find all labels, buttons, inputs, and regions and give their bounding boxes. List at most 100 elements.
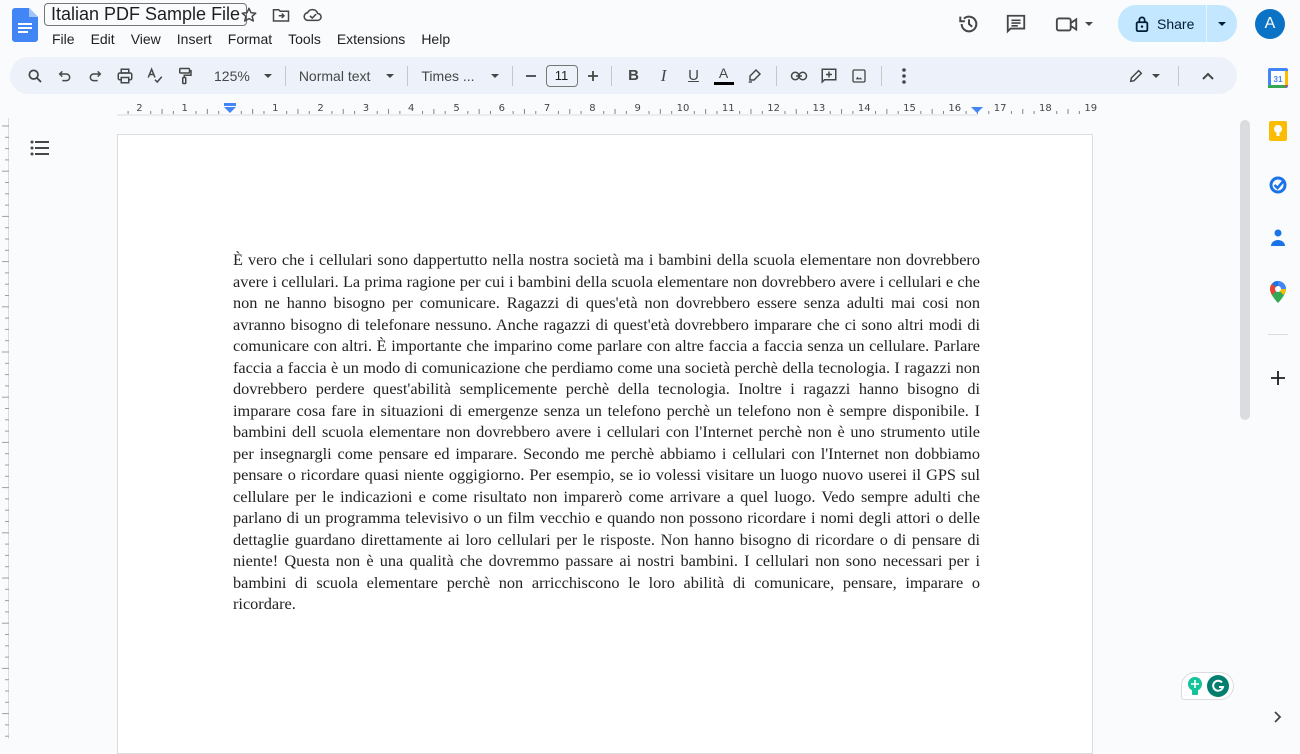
- move-folder-icon[interactable]: [271, 5, 291, 25]
- docs-logo-icon[interactable]: [12, 8, 38, 42]
- document-page[interactable]: È vero che i cellulari sono dappertutto …: [117, 134, 1093, 754]
- divider: [1268, 334, 1288, 335]
- bold-icon[interactable]: B: [619, 62, 649, 90]
- ruler-label: 1: [272, 103, 278, 114]
- tasks-icon[interactable]: [1266, 173, 1290, 197]
- menu-edit[interactable]: Edit: [83, 30, 123, 48]
- ruler-label: 9: [635, 103, 641, 114]
- comments-icon[interactable]: [1004, 12, 1028, 36]
- paragraph-style-value: Normal text: [298, 67, 371, 84]
- decrease-font-size-button[interactable]: [520, 62, 542, 90]
- ruler-label: 2: [317, 103, 323, 114]
- account-avatar[interactable]: A: [1255, 9, 1285, 39]
- left-indent-marker[interactable]: [224, 107, 236, 113]
- image-icon[interactable]: [844, 62, 874, 90]
- font-select[interactable]: Times ...: [415, 62, 504, 90]
- top-bar: Italian PDF Sample File File Edit View I…: [0, 0, 1300, 56]
- spellcheck-icon[interactable]: [140, 62, 170, 90]
- ruler-label: 6: [499, 103, 505, 114]
- ruler-label: 15: [903, 103, 916, 114]
- grammarly-icon[interactable]: [1207, 675, 1229, 697]
- zoom-select[interactable]: 125%: [208, 62, 278, 90]
- menu-bar: File Edit View Insert Format Tools Exten…: [44, 30, 458, 48]
- document-title-input[interactable]: Italian PDF Sample File: [44, 3, 248, 26]
- vertical-ruler-scale: [2, 125, 9, 737]
- ruler-label: 13: [813, 103, 826, 114]
- divider: [880, 65, 882, 86]
- add-addon-icon[interactable]: [1266, 366, 1290, 390]
- menu-tools[interactable]: Tools: [280, 30, 329, 48]
- menu-insert[interactable]: Insert: [169, 30, 220, 48]
- grammarly-widget[interactable]: [1181, 672, 1234, 700]
- search-icon[interactable]: [20, 62, 50, 90]
- share-label: Share: [1157, 15, 1195, 32]
- meet-button[interactable]: [1054, 12, 1094, 36]
- divider: [284, 65, 286, 86]
- vertical-scrollbar[interactable]: [1240, 120, 1250, 420]
- formatting-toolbar: 125% Normal text Times ... 11 B I U A: [10, 57, 1237, 94]
- ruler-label: 1: [182, 103, 188, 114]
- print-icon[interactable]: [110, 62, 140, 90]
- undo-icon[interactable]: [50, 62, 80, 90]
- ruler-label: 18: [1039, 103, 1052, 114]
- ruler-label: 2: [136, 103, 142, 114]
- menu-help[interactable]: Help: [413, 30, 458, 48]
- ruler-label: 12: [767, 103, 780, 114]
- menu-view[interactable]: View: [123, 30, 169, 48]
- text-color-icon[interactable]: A: [709, 62, 739, 90]
- ruler-label: 4: [408, 103, 414, 114]
- link-icon[interactable]: [784, 62, 814, 90]
- more-icon[interactable]: [889, 62, 919, 90]
- ruler-label: 5: [453, 103, 459, 114]
- divider: [775, 65, 777, 86]
- paragraph-style-select[interactable]: Normal text: [293, 62, 401, 90]
- ruler-label: 7: [544, 103, 550, 114]
- font-size-value[interactable]: 11: [545, 64, 578, 87]
- italic-icon[interactable]: I: [649, 62, 679, 90]
- share-options-button[interactable]: [1207, 5, 1237, 42]
- ruler-label: 11: [722, 103, 735, 114]
- maps-icon[interactable]: [1266, 280, 1290, 304]
- show-side-panel-icon[interactable]: [1270, 707, 1286, 727]
- version-history-icon[interactable]: [957, 12, 981, 36]
- first-line-indent-marker[interactable]: [224, 103, 236, 106]
- zoom-value: 125%: [214, 67, 250, 84]
- menu-extensions[interactable]: Extensions: [329, 30, 413, 48]
- document-body-text[interactable]: È vero che i cellulari sono dappertutto …: [233, 249, 980, 615]
- menu-file[interactable]: File: [44, 30, 83, 48]
- redo-icon[interactable]: [80, 62, 110, 90]
- contacts-icon[interactable]: [1266, 226, 1290, 250]
- underline-icon[interactable]: U: [679, 62, 709, 90]
- chevron-down-icon: [1218, 21, 1226, 26]
- font-size-input[interactable]: 11: [542, 62, 582, 90]
- calendar-icon[interactable]: 31: [1266, 66, 1290, 90]
- svg-text:31: 31: [1274, 75, 1283, 84]
- ruler-label: 14: [858, 103, 871, 114]
- cloud-saved-icon[interactable]: [303, 5, 323, 25]
- add-comment-icon[interactable]: [814, 62, 844, 90]
- menu-format[interactable]: Format: [220, 30, 280, 48]
- pencil-icon: [1129, 69, 1143, 82]
- paint-format-icon[interactable]: [170, 62, 200, 90]
- side-panel: 31: [1256, 56, 1300, 739]
- increase-font-size-button[interactable]: [582, 62, 604, 90]
- divider: [1178, 65, 1179, 86]
- collapse-menus-icon[interactable]: [1193, 62, 1223, 90]
- vertical-ruler[interactable]: [0, 118, 9, 739]
- editing-mode-button[interactable]: [1124, 62, 1164, 90]
- ruler-label: 3: [363, 103, 369, 114]
- ruler-label: 17: [994, 103, 1007, 114]
- ruler-label: 19: [1084, 103, 1097, 114]
- document-outline-icon[interactable]: [30, 140, 52, 158]
- horizontal-ruler[interactable]: 2 1 1 2 3 4 5 6 7 8 9 10 11 12 13 14 15 16 17 18 19: [0, 98, 1240, 118]
- star-icon[interactable]: [239, 5, 259, 25]
- keep-icon[interactable]: [1266, 119, 1290, 143]
- lock-icon: [1135, 16, 1149, 32]
- share-button[interactable]: Share: [1118, 5, 1237, 42]
- chevron-down-icon: [386, 73, 395, 78]
- right-indent-marker[interactable]: [971, 107, 983, 113]
- highlight-icon[interactable]: [739, 62, 769, 90]
- lightbulb-icon[interactable]: [1186, 676, 1204, 696]
- font-value: Times ...: [421, 67, 475, 84]
- chevron-down-icon: [490, 73, 499, 78]
